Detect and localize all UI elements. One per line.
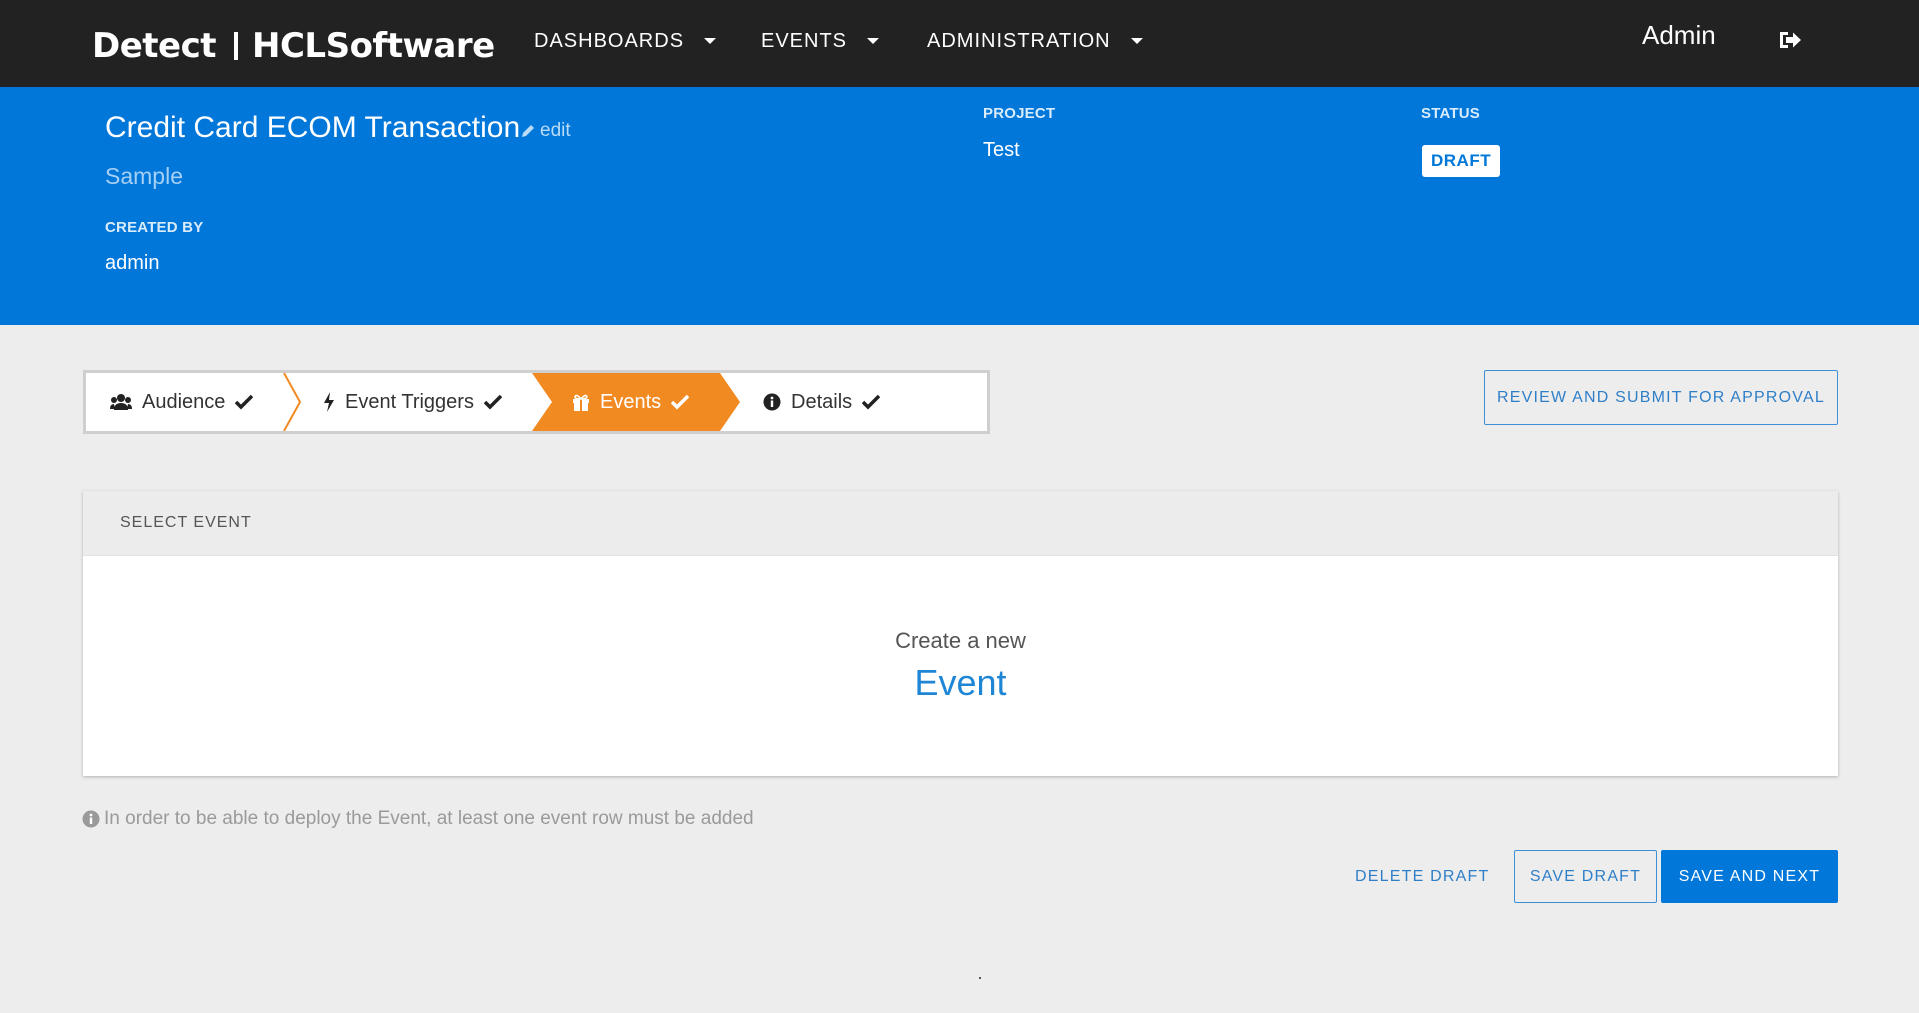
nav-events[interactable]: EVENTS [761, 26, 880, 56]
pencil-icon [522, 125, 534, 137]
deploy-info-note: In order to be able to deploy the Event,… [82, 808, 754, 830]
created-by-label: CREATED BY [105, 219, 204, 236]
page-subtitle: Sample [105, 163, 183, 189]
project-value: Test [983, 139, 1020, 161]
created-by-value: admin [105, 252, 160, 274]
edit-label: edit [540, 120, 571, 141]
bolt-icon [324, 392, 334, 412]
brand-logo[interactable]: Detect HCLSoftware [92, 22, 495, 70]
step-audience-label: Audience [142, 390, 226, 413]
caret-down-icon [1130, 38, 1143, 44]
project-label: PROJECT [983, 105, 1056, 122]
page-title: Credit Card ECOM Transaction [105, 111, 521, 144]
step-details[interactable]: Details [763, 373, 881, 431]
step-details-label: Details [791, 390, 853, 413]
caret-down-icon [704, 38, 717, 44]
step-events[interactable]: Events [572, 373, 690, 431]
nav-dashboards[interactable]: DASHBOARDS [534, 26, 717, 56]
edit-title-link[interactable]: edit [520, 120, 571, 142]
gift-icon [573, 394, 589, 411]
user-menu[interactable]: Admin [1642, 20, 1716, 51]
users-icon [110, 394, 132, 410]
info-circle-icon [763, 393, 781, 411]
info-note-text: In order to be able to deploy the Event,… [104, 808, 754, 829]
top-navbar: Detect HCLSoftware DASHBOARDS EVENTS ADM… [0, 0, 1919, 87]
select-event-panel: SELECT EVENT Create a new Event [83, 491, 1838, 776]
panel-header: SELECT EVENT [83, 491, 1838, 556]
caret-down-icon [867, 38, 880, 44]
status-label: STATUS [1421, 105, 1480, 122]
brand-product: Detect [92, 26, 217, 66]
step-events-label: Events [600, 390, 662, 413]
wizard-stepper: Audience Event Triggers Events Details [83, 370, 990, 434]
sign-out-icon[interactable] [1776, 26, 1804, 54]
step-event-triggers[interactable]: Event Triggers [323, 373, 502, 431]
save-and-next-button[interactable]: SAVE AND NEXT [1661, 850, 1838, 903]
step-audience[interactable]: Audience [110, 373, 254, 431]
panel-title: SELECT EVENT [120, 514, 252, 531]
step-event-triggers-label: Event Triggers [345, 390, 474, 413]
nav-dashboards-label: DASHBOARDS [534, 29, 685, 52]
check-icon [671, 394, 690, 410]
nav-administration-label: ADMINISTRATION [927, 29, 1111, 52]
status-badge: DRAFT [1422, 145, 1501, 177]
brand-divider [234, 32, 239, 60]
check-icon [862, 394, 881, 410]
nav-events-label: EVENTS [761, 29, 848, 52]
stray-dot [979, 977, 981, 979]
delete-draft-button[interactable]: DELETE DRAFT [1355, 850, 1489, 903]
create-event-link[interactable]: Event [83, 662, 1838, 704]
brand-company: HCLSoftware [252, 26, 495, 66]
create-new-text: Create a new [895, 628, 1026, 653]
nav-administration[interactable]: ADMINISTRATION [927, 26, 1143, 56]
event-header: Credit Card ECOM Transaction edit Sample… [0, 87, 1919, 325]
check-icon [235, 394, 254, 410]
check-icon [483, 394, 502, 410]
review-submit-button[interactable]: REVIEW AND SUBMIT FOR APPROVAL [1484, 370, 1838, 425]
save-draft-button[interactable]: SAVE DRAFT [1514, 850, 1657, 903]
info-circle-icon [82, 810, 100, 828]
